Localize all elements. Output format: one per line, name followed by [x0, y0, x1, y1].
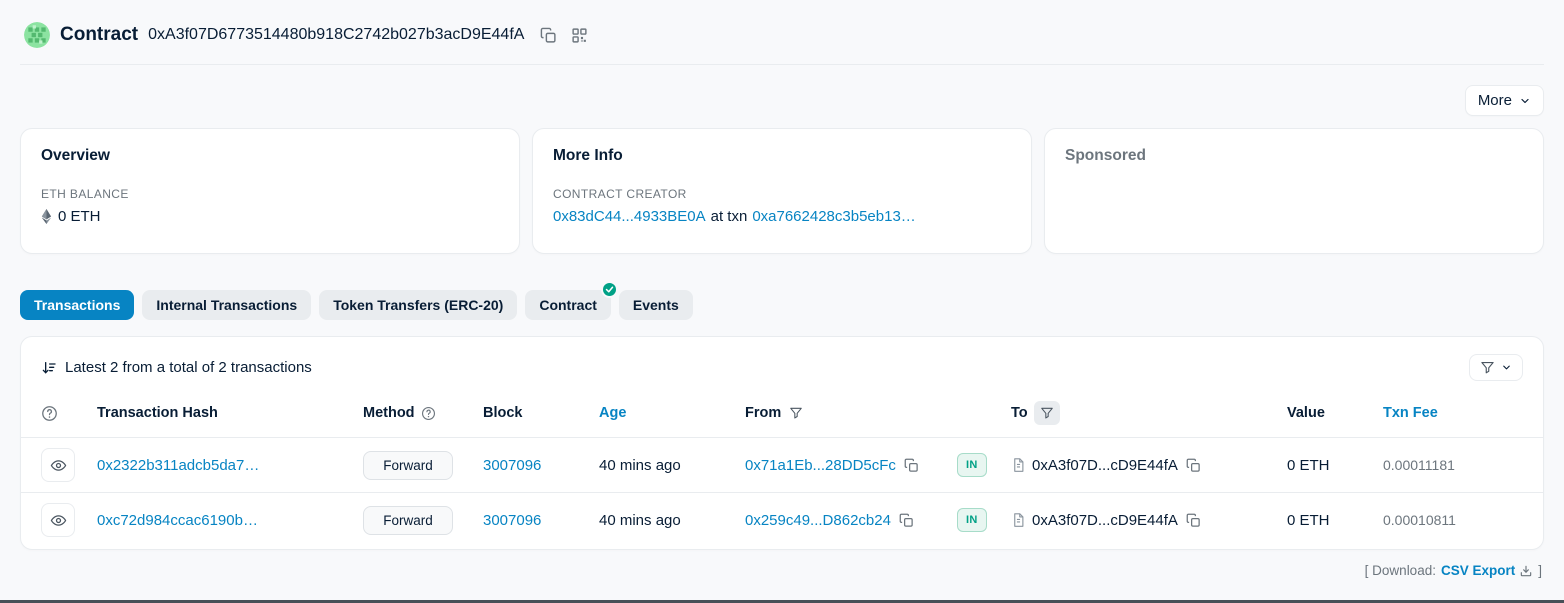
- from-filter-button[interactable]: [787, 404, 805, 422]
- copy-from-button[interactable]: [902, 456, 921, 475]
- funnel-icon: [1480, 360, 1495, 375]
- qr-code-icon: [571, 27, 588, 44]
- col-age-toggle[interactable]: Age: [599, 405, 745, 421]
- col-txn-fee-toggle[interactable]: Txn Fee: [1383, 405, 1523, 421]
- copy-icon: [540, 27, 557, 44]
- copy-to-button[interactable]: [1184, 456, 1203, 475]
- more-button-label: More: [1478, 92, 1512, 109]
- copy-from-button[interactable]: [897, 511, 916, 530]
- overview-title: Overview: [41, 147, 499, 165]
- download-suffix: ]: [1538, 563, 1542, 578]
- sponsored-card: Sponsored: [1044, 128, 1544, 254]
- contract-header: Contract 0xA3f07D6773514480b918C2742b027…: [20, 0, 1544, 64]
- chevron-down-icon: [1501, 362, 1512, 373]
- direction-badge: IN: [957, 508, 987, 532]
- to-address: 0xA3f07D...cD9E44fA: [1032, 512, 1178, 529]
- col-transaction-hash: Transaction Hash: [97, 405, 363, 421]
- verified-check-icon: [601, 281, 618, 298]
- creator-address-link[interactable]: 0x83dC44...4933BE0A: [553, 208, 706, 225]
- download-row: [ Download: CSV Export ]: [20, 550, 1544, 578]
- age-value: 40 mins ago: [599, 457, 745, 474]
- block-link[interactable]: 3007096: [483, 457, 541, 474]
- download-icon: [1519, 564, 1533, 578]
- method-badge: Forward: [363, 451, 453, 480]
- more-info-title: More Info: [553, 147, 1011, 165]
- col-from: From: [745, 405, 781, 421]
- copy-address-button[interactable]: [538, 25, 559, 46]
- col-value: Value: [1287, 405, 1383, 421]
- col-method: Method: [363, 405, 415, 421]
- tab-contract-label: Contract: [539, 297, 597, 313]
- csv-export-link[interactable]: CSV Export: [1441, 563, 1533, 578]
- contract-file-icon: [1011, 457, 1026, 473]
- more-button[interactable]: More: [1465, 85, 1544, 116]
- creation-txn-link[interactable]: 0xa7662428c3b5eb13…: [752, 208, 915, 225]
- transactions-panel: Latest 2 from a total of 2 transactions: [20, 336, 1544, 550]
- preview-tx-button[interactable]: [41, 448, 75, 482]
- tab-events[interactable]: Events: [619, 290, 693, 320]
- from-address-link[interactable]: 0x259c49...D862cb24: [745, 512, 891, 529]
- contract-identicon: [24, 22, 50, 48]
- eth-balance-label: ETH BALANCE: [41, 187, 499, 201]
- block-link[interactable]: 3007096: [483, 512, 541, 529]
- page-title: Contract: [60, 24, 138, 46]
- copy-icon: [1186, 513, 1201, 528]
- copy-icon: [899, 513, 914, 528]
- to-address: 0xA3f07D...cD9E44fA: [1032, 457, 1178, 474]
- col-block: Block: [483, 405, 599, 421]
- overview-card: Overview ETH BALANCE 0 ETH: [20, 128, 520, 254]
- eth-balance-value: 0 ETH: [58, 208, 101, 225]
- eye-icon: [50, 457, 67, 474]
- from-address-link[interactable]: 0x71a1Eb...28DD5cFc: [745, 457, 896, 474]
- tx-value: 0 ETH: [1287, 457, 1383, 474]
- sponsored-title: Sponsored: [1065, 147, 1523, 165]
- sort-icon: [41, 360, 57, 376]
- eye-icon: [50, 512, 67, 529]
- tx-hash-link[interactable]: 0xc72d984ccac6190b…: [97, 512, 258, 529]
- table-row: 0x2322b311adcb5da7… Forward 3007096 40 m…: [21, 438, 1543, 493]
- tx-value: 0 ETH: [1287, 512, 1383, 529]
- tab-bar: Transactions Internal Transactions Token…: [20, 290, 1544, 320]
- method-badge: Forward: [363, 506, 453, 535]
- txn-fee-value: 0.00010811: [1383, 512, 1523, 528]
- copy-icon: [904, 458, 919, 473]
- contract-file-icon: [1011, 512, 1026, 528]
- method-help-icon[interactable]: [421, 406, 436, 421]
- download-prefix: [ Download:: [1365, 563, 1436, 578]
- table-header-row: Transaction Hash Method Block Age From: [21, 397, 1543, 438]
- table-filter-button[interactable]: [1469, 354, 1523, 381]
- csv-export-label: CSV Export: [1441, 563, 1515, 578]
- preview-tx-button[interactable]: [41, 503, 75, 537]
- txn-fee-value: 0.00011181: [1383, 457, 1523, 473]
- tab-internal-transactions[interactable]: Internal Transactions: [142, 290, 311, 320]
- table-row: 0xc72d984ccac6190b… Forward 3007096 40 m…: [21, 493, 1543, 547]
- header-divider: [20, 64, 1544, 65]
- contract-creator-label: CONTRACT CREATOR: [553, 187, 1011, 201]
- help-icon[interactable]: [41, 405, 58, 422]
- tx-hash-link[interactable]: 0x2322b311adcb5da7…: [97, 457, 259, 474]
- contract-address: 0xA3f07D6773514480b918C2742b027b3acD9E44…: [148, 26, 524, 44]
- chevron-down-icon: [1519, 95, 1531, 107]
- more-info-card: More Info CONTRACT CREATOR 0x83dC44...49…: [532, 128, 1032, 254]
- col-to: To: [1011, 405, 1028, 421]
- tab-transactions[interactable]: Transactions: [20, 290, 134, 320]
- qr-code-button[interactable]: [569, 25, 590, 46]
- age-value: 40 mins ago: [599, 512, 745, 529]
- to-filter-button[interactable]: [1034, 401, 1060, 425]
- eth-icon: [41, 209, 52, 224]
- copy-to-button[interactable]: [1184, 511, 1203, 530]
- info-cards: Overview ETH BALANCE 0 ETH More Info CON…: [20, 128, 1544, 254]
- at-txn-label: at txn: [711, 208, 748, 225]
- tab-token-transfers[interactable]: Token Transfers (ERC-20): [319, 290, 517, 320]
- tab-contract[interactable]: Contract: [525, 290, 611, 320]
- transactions-summary: Latest 2 from a total of 2 transactions: [65, 359, 312, 376]
- copy-icon: [1186, 458, 1201, 473]
- direction-badge: IN: [957, 453, 987, 477]
